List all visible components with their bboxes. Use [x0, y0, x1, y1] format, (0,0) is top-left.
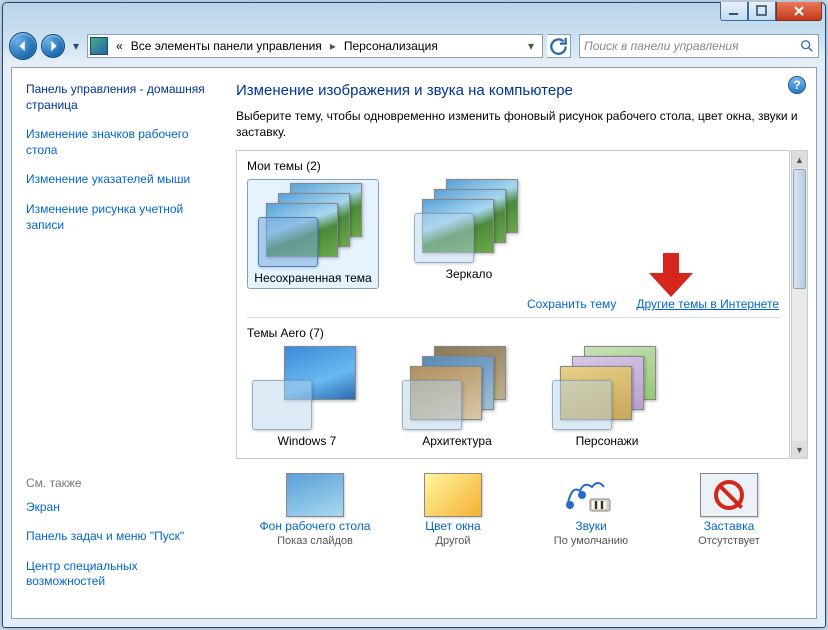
client-area: Панель управления - домашняя страница Из… [11, 67, 817, 619]
group-aero-themes: Темы Aero (7) [247, 326, 779, 340]
breadcrumb-personalization[interactable]: Персонализация [340, 35, 442, 57]
themes-container: Мои темы (2) Несохраненная тема Зеркало [236, 150, 790, 459]
sidebar-see-also-header: См. также [26, 476, 208, 490]
tile-label: Звуки [575, 519, 606, 533]
tile-sub: Отсутствует [698, 535, 760, 547]
divider [247, 317, 779, 318]
tile-label: Заставка [704, 519, 755, 533]
tile-sub: Показ слайдов [277, 535, 353, 547]
address-bar[interactable]: « Все элементы панели управления ▸ Персо… [87, 34, 543, 58]
screensaver-none-icon [700, 473, 758, 517]
window-frame: ▾ « Все элементы панели управления ▸ Пер… [2, 2, 826, 628]
back-button[interactable] [9, 32, 37, 60]
address-dropdown[interactable]: ▾ [522, 39, 540, 53]
minimize-button[interactable] [720, 2, 748, 21]
tile-sub: По умолчанию [554, 535, 628, 547]
tile-label: Цвет окна [425, 519, 480, 533]
theme-label: Зеркало [446, 267, 493, 281]
nav-history-dropdown[interactable]: ▾ [69, 36, 83, 56]
theme-unsaved[interactable]: Несохраненная тема [247, 179, 379, 289]
tile-sounds[interactable]: Звуки По умолчанию [526, 473, 656, 547]
theme-label: Архитектура [422, 434, 492, 448]
theme-action-links: Сохранить тему Другие темы в Интернете [247, 297, 779, 311]
breadcrumb-all-items[interactable]: Все элементы панели управления [127, 35, 326, 57]
close-button[interactable] [776, 2, 822, 21]
color-icon [424, 473, 482, 517]
sidebar-link-mouse-pointers[interactable]: Изменение указателей мыши [26, 172, 208, 188]
tile-desktop-background[interactable]: Фон рабочего стола Показ слайдов [250, 473, 380, 547]
sidebar: Панель управления - домашняя страница Из… [12, 68, 222, 618]
scroll-down-icon[interactable]: ▼ [792, 441, 807, 458]
titlebar [3, 3, 825, 29]
scroll-up-icon[interactable]: ▲ [792, 151, 807, 168]
theme-label: Персонажи [576, 434, 639, 448]
tile-sub: Другой [436, 535, 471, 547]
page-title: Изменение изображения и звука на компьют… [236, 82, 808, 99]
forward-button[interactable] [41, 34, 65, 58]
my-themes-row: Несохраненная тема Зеркало [247, 179, 779, 289]
sidebar-link-ease-of-access[interactable]: Центр специальных возможностей [26, 559, 208, 590]
group-my-themes: Мои темы (2) [247, 159, 779, 173]
bottom-settings-row: Фон рабочего стола Показ слайдов Цвет ок… [236, 473, 808, 547]
sidebar-link-account-picture[interactable]: Изменение рисунка учетной записи [26, 202, 208, 233]
refresh-button[interactable] [547, 34, 571, 58]
page-description: Выберите тему, чтобы одновременно измени… [236, 109, 808, 140]
tile-screensaver[interactable]: Заставка Отсутствует [664, 473, 794, 547]
sidebar-home-link[interactable]: Панель управления - домашняя страница [26, 82, 208, 113]
location-icon [90, 37, 108, 55]
tile-label: Фон рабочего стола [260, 519, 371, 533]
link-save-theme[interactable]: Сохранить тему [527, 297, 616, 311]
scroll-thumb[interactable] [793, 169, 806, 289]
breadcrumb-arrow-icon[interactable]: ▸ [326, 39, 340, 53]
themes-scrollbar[interactable]: ▲ ▼ [791, 150, 808, 459]
aero-themes-row: Windows 7 Архитектура Персонажи [247, 346, 779, 448]
breadcrumb-prefix[interactable]: « [112, 35, 127, 57]
search-placeholder: Поиск в панели управления [584, 39, 800, 53]
theme-windows7[interactable]: Windows 7 [247, 346, 367, 448]
sidebar-link-desktop-icons[interactable]: Изменение значков рабочего стола [26, 127, 208, 158]
theme-mirror[interactable]: Зеркало [409, 179, 529, 289]
navigation-bar: ▾ « Все элементы панели управления ▸ Пер… [3, 29, 825, 63]
tile-window-color[interactable]: Цвет окна Другой [388, 473, 518, 547]
sidebar-link-display[interactable]: Экран [26, 500, 208, 516]
theme-characters[interactable]: Персонажи [547, 346, 667, 448]
search-icon [800, 39, 814, 53]
sidebar-link-taskbar[interactable]: Панель задач и меню "Пуск" [26, 529, 208, 545]
help-button[interactable]: ? [788, 76, 806, 94]
wallpaper-icon [286, 473, 344, 517]
window-controls [720, 2, 822, 21]
sound-icon [562, 473, 620, 517]
main-content: ? Изменение изображения и звука на компь… [222, 68, 816, 618]
theme-architecture[interactable]: Архитектура [397, 346, 517, 448]
maximize-button[interactable] [748, 2, 776, 21]
search-input[interactable]: Поиск в панели управления [579, 34, 819, 58]
theme-label: Несохраненная тема [254, 271, 371, 285]
annotation-arrow-icon [643, 251, 699, 302]
theme-label: Windows 7 [278, 434, 337, 448]
